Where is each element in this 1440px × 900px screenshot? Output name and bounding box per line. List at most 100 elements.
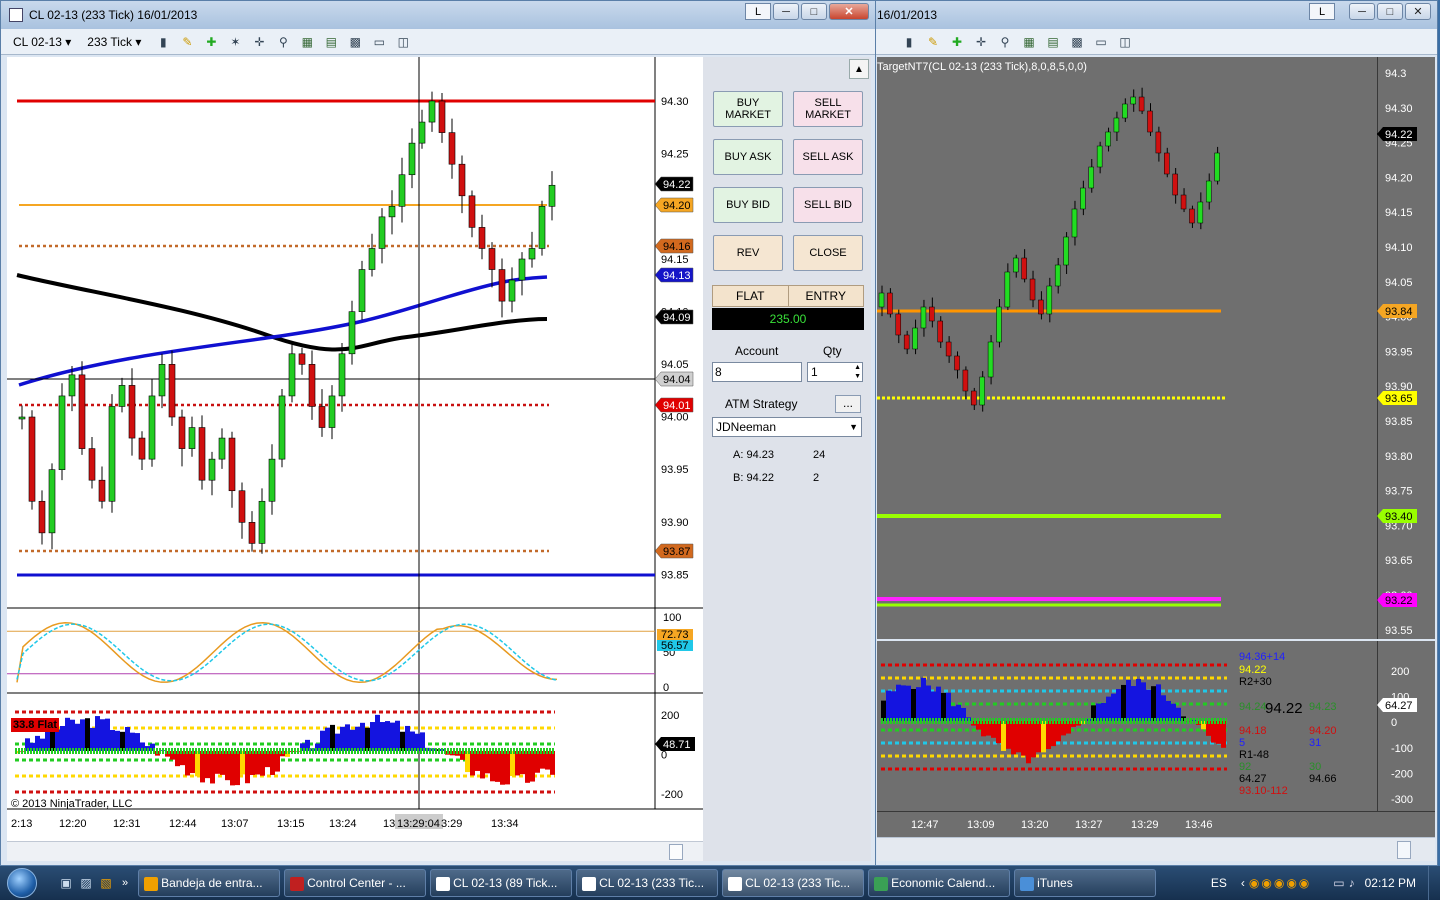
taskbar-item[interactable]: CL 02-13 (233 Tic...: [576, 869, 719, 897]
candle-body: [498, 269, 506, 302]
bar-type-icon[interactable]: ▮: [153, 32, 173, 52]
left-minimize-button[interactable]: ─: [773, 3, 799, 20]
right-histogram-axis[interactable]: 200 100 0 -100 -200 -300 64.27: [1376, 641, 1435, 811]
zoom-icon[interactable]: ⚲: [273, 32, 293, 52]
account-field[interactable]: 8: [712, 362, 802, 382]
histogram-bar: [916, 687, 921, 721]
tray-expand-icon[interactable]: ‹: [1241, 876, 1245, 890]
buy-ask-button[interactable]: BUY ASK: [713, 139, 783, 175]
instrument-selector[interactable]: CL 02-13 ▾: [9, 35, 79, 49]
explorer-icon[interactable]: ▨: [76, 873, 96, 893]
start-orb-icon[interactable]: [0, 866, 44, 900]
quicklaunch-more-icon[interactable]: »: [122, 877, 128, 889]
collapse-panel-button[interactable]: ▲: [849, 59, 869, 79]
histogram-bar: [1141, 682, 1146, 721]
taskbar-item[interactable]: iTunes: [1014, 869, 1157, 897]
crosshair-icon[interactable]: ✛: [249, 32, 269, 52]
right-close-button[interactable]: ✕: [1405, 3, 1431, 20]
show-desktop-strip[interactable]: [1428, 866, 1440, 900]
indicators-icon[interactable]: ▦: [297, 32, 317, 52]
taskbar-item[interactable]: Economic Calend...: [868, 869, 1011, 897]
strategies-icon[interactable]: ▤: [321, 32, 341, 52]
volume-icon[interactable]: ♪: [1349, 876, 1355, 890]
reverse-button[interactable]: REV: [713, 235, 783, 271]
taskbar-item[interactable]: CL 02-13 (89 Tick...: [430, 869, 573, 897]
price-tick-label: 94.15: [1385, 207, 1413, 219]
properties-icon[interactable]: ▭: [1091, 32, 1111, 52]
sell-market-button[interactable]: SELL MARKET: [793, 91, 863, 127]
taskbar-item[interactable]: CL 02-13 (233 Tic...: [722, 869, 865, 897]
clock[interactable]: 02:12 PM: [1365, 876, 1416, 890]
close-position-button[interactable]: CLOSE: [793, 235, 863, 271]
left-maximize-button[interactable]: □: [801, 3, 827, 20]
left-title-bar[interactable]: CL 02-13 (233 Tick) 16/01/2013: [1, 1, 875, 29]
left-link-button[interactable]: L: [745, 3, 771, 20]
indicators-icon[interactable]: ▦: [1019, 32, 1039, 52]
show-desktop-icon[interactable]: ▣: [56, 873, 76, 893]
right-price-axis[interactable]: 94.394.3094.2594.2094.1594.1094.0594.009…: [1376, 57, 1435, 880]
bar-type-icon[interactable]: ▮: [899, 32, 919, 52]
info-l4a: 94.24: [1239, 700, 1267, 713]
right-price-chart[interactable]: TargetNT7(CL 02-13 (233 Tick),8,0,8,5,0,…: [877, 57, 1377, 639]
right-scrollbar[interactable]: [877, 837, 1435, 861]
pencil-icon[interactable]: ✎: [923, 32, 943, 52]
candle-body: [1147, 110, 1153, 133]
candle-body: [278, 395, 286, 460]
left-price-chart[interactable]: 94.3094.2594.2094.1594.1094.0594.0093.95…: [7, 57, 703, 841]
outlook-icon[interactable]: ▧: [96, 873, 116, 893]
data-box-icon[interactable]: ◫: [393, 32, 413, 52]
candle-body: [1189, 208, 1195, 224]
right-scroll-thumb[interactable]: [1397, 841, 1411, 859]
chart-trader-icon[interactable]: ▩: [1067, 32, 1087, 52]
right-minimize-button[interactable]: ─: [1349, 3, 1375, 20]
data-box-icon[interactable]: ◫: [1115, 32, 1135, 52]
right-maximize-button[interactable]: □: [1377, 3, 1403, 20]
candle-body: [448, 132, 456, 165]
language-indicator[interactable]: ES: [1211, 876, 1227, 890]
histogram-bar: [550, 751, 555, 775]
left-scrollbar[interactable]: [7, 841, 703, 861]
right-link-button[interactable]: L: [1309, 3, 1335, 20]
taskbar-item[interactable]: Control Center - ...: [284, 869, 427, 897]
qty-stepper[interactable]: 1 ▲ ▼: [807, 362, 863, 382]
chart-trader-panel: ▲ BUY MARKET SELL MARKET BUY ASK SELL AS…: [703, 57, 871, 861]
time-tick-label: 13:27: [1075, 819, 1103, 831]
histogram-bar: [100, 719, 105, 751]
taskbar-item[interactable]: Bandeja de entra...: [138, 869, 281, 897]
candle-body: [248, 522, 256, 544]
time-tick-label: 13:07: [221, 818, 249, 830]
histogram-bar: [1116, 689, 1121, 721]
crosshair-add-icon[interactable]: ✚: [201, 32, 221, 52]
crosshair-add-icon[interactable]: ✚: [947, 32, 967, 52]
strategies-icon[interactable]: ▤: [1043, 32, 1063, 52]
stepper-arrows-icon[interactable]: ▲ ▼: [854, 363, 861, 381]
candle-body: [979, 376, 985, 406]
right-histogram-panel[interactable]: 94.36+14 94.22 R2+30 94.24 94.23 94.22 94…: [877, 641, 1377, 811]
tray-app-icons[interactable]: ◉◉◉◉◉: [1249, 876, 1311, 890]
period-selector[interactable]: 233 Tick ▾: [83, 35, 149, 49]
histogram-bar: [480, 751, 485, 779]
network-icon[interactable]: ▭: [1333, 876, 1344, 890]
buy-bid-button[interactable]: BUY BID: [713, 187, 783, 223]
pencil-icon[interactable]: ✎: [177, 32, 197, 52]
left-scroll-thumb[interactable]: [669, 844, 683, 860]
draw-tool-icon[interactable]: ✶: [225, 32, 245, 52]
properties-icon[interactable]: ▭: [369, 32, 389, 52]
right-hist-axis-svg: 2001000-100-200-30064.27: [1376, 641, 1417, 811]
sell-bid-button[interactable]: SELL BID: [793, 187, 863, 223]
atm-more-button[interactable]: ...: [835, 395, 861, 413]
time-tick-label: 12:44: [169, 818, 197, 830]
taskbar-app-icon: [582, 877, 597, 891]
buy-market-button[interactable]: BUY MARKET: [713, 91, 783, 127]
ask-line: A: 94.23: [733, 449, 774, 461]
hist-tick-label: -200: [1391, 768, 1413, 780]
sell-ask-button[interactable]: SELL ASK: [793, 139, 863, 175]
histogram-bar: [1006, 721, 1011, 749]
crosshair-icon[interactable]: ✛: [971, 32, 991, 52]
atm-strategy-select[interactable]: JDNeeman ▼: [712, 417, 862, 437]
left-close-button[interactable]: ✕: [829, 3, 869, 20]
chart-trader-icon[interactable]: ▩: [345, 32, 365, 52]
zoom-icon[interactable]: ⚲: [995, 32, 1015, 52]
histogram-bar: [1166, 700, 1171, 721]
price-tag-label: 93.40: [1385, 511, 1413, 523]
